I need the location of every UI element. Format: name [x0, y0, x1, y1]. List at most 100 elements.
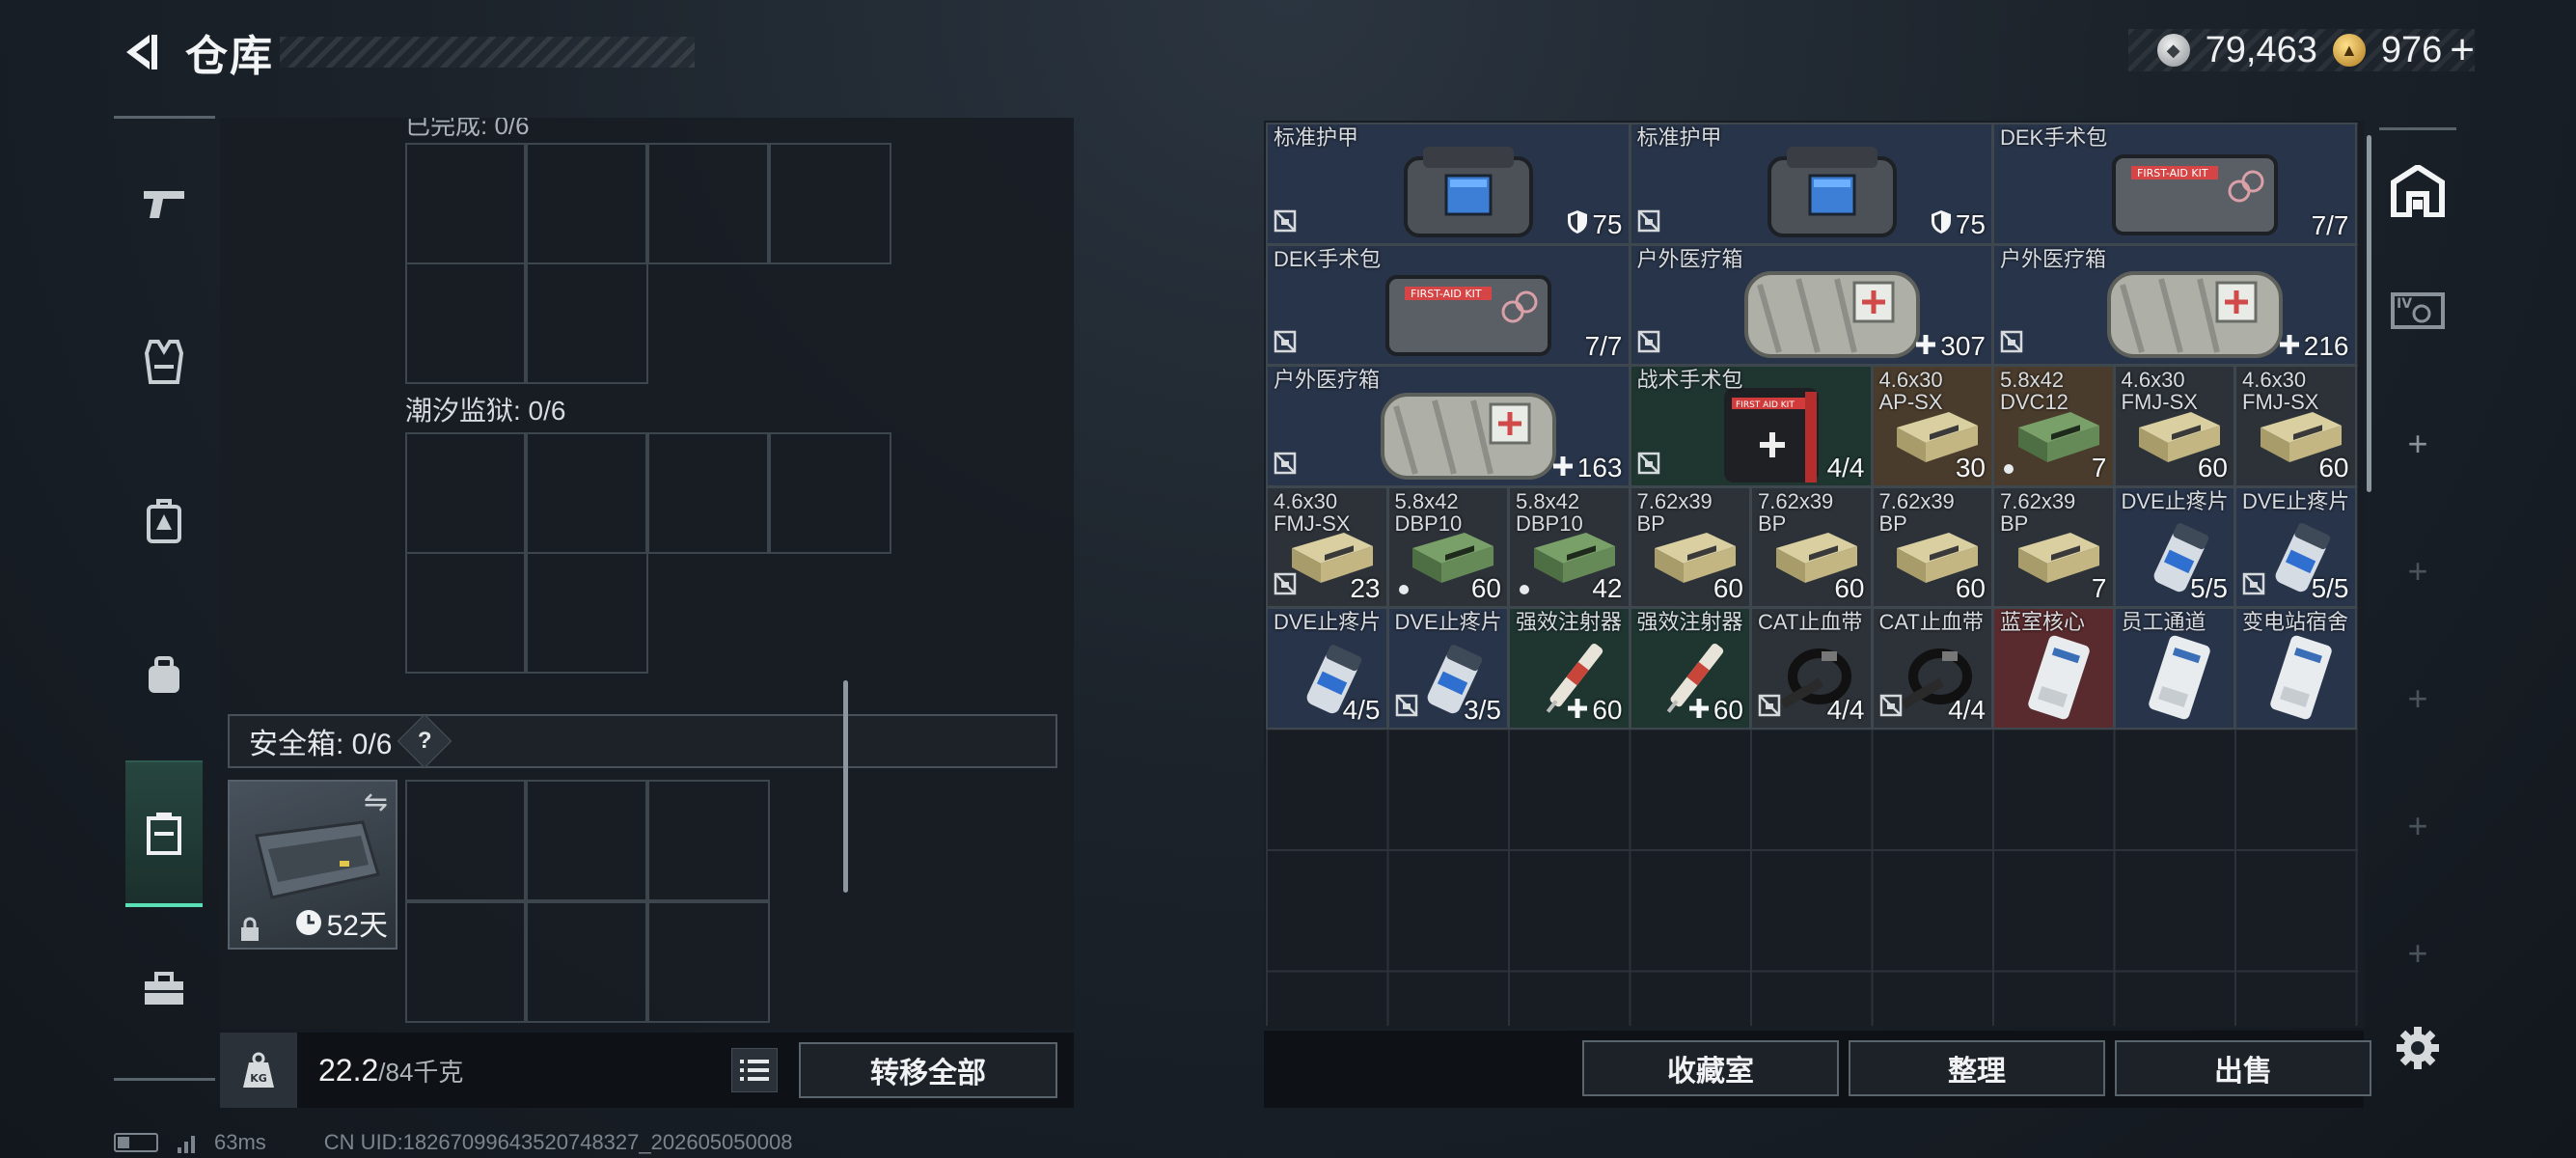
stash-item[interactable]: 5.8x42 DBP10 60: [1386, 485, 1509, 608]
battery-icon: [114, 1133, 158, 1152]
stash-item[interactable]: DVE止疼片 5/5: [2113, 485, 2235, 608]
list-view-button[interactable]: [731, 1048, 778, 1092]
sell-button[interactable]: 出售: [2115, 1040, 2371, 1096]
signal-icon: [178, 1132, 195, 1153]
item-name: 蓝室核心: [2000, 610, 2086, 634]
stash-iv-icon: IV: [2391, 292, 2445, 329]
stash-item[interactable]: 7.62x39 BP 60: [1871, 485, 1993, 608]
left-scrollbar[interactable]: [843, 680, 848, 893]
item-value: 23: [1350, 573, 1380, 604]
collection-room-button[interactable]: 收藏室: [1582, 1040, 1839, 1096]
stash-item[interactable]: 户外医疗箱 216: [1992, 243, 2357, 366]
safe-box-item[interactable]: ⇋ 52天: [228, 780, 397, 950]
stash-item[interactable]: 标准护甲 75: [1266, 123, 1631, 245]
stash-tab-add-1[interactable]: +: [2379, 396, 2456, 492]
item-image: [2020, 631, 2097, 728]
grid-line: [405, 899, 770, 903]
item-value-text: 75: [1592, 209, 1623, 239]
grid-line: [524, 432, 528, 674]
organize-button[interactable]: 整理: [1849, 1040, 2105, 1096]
stash-item[interactable]: DVE止疼片 3/5: [1386, 607, 1509, 730]
item-image: FIRST AID KIT: [1709, 382, 1834, 485]
item-value-text: 4/4: [1948, 694, 1986, 725]
uninsured-icon: [1274, 452, 1297, 480]
item-image: [1760, 145, 1905, 243]
item-value-text: 60: [1834, 573, 1865, 603]
stash-item[interactable]: 标准护甲 75: [1629, 123, 1993, 245]
stash-item[interactable]: 户外医疗箱 163: [1266, 365, 1631, 487]
stash-tab-main[interactable]: [2379, 143, 2456, 239]
stash-item[interactable]: 4.6x30 AP-SX 30: [1871, 365, 1993, 487]
stash-item[interactable]: 4.6x30 FMJ-SX 60: [2113, 365, 2235, 487]
back-button[interactable]: [116, 27, 164, 77]
stash-item[interactable]: 7.62x39 BP 60: [1750, 485, 1873, 608]
stash-item[interactable]: 7.62x39 BP 60: [1629, 485, 1751, 608]
stash-item[interactable]: DVE止疼片 4/5: [1266, 607, 1388, 730]
item-value-text: 60: [2197, 452, 2228, 482]
item-name: 5.8x42 DBP10: [1394, 488, 1463, 536]
stash-item[interactable]: 5.8x42 DVC12 7: [1992, 365, 2115, 487]
stash-item[interactable]: DVE止疼片 5/5: [2234, 485, 2357, 608]
left-footer: KG 22.2 /84千克 转移全部: [220, 1033, 1074, 1108]
stash-item[interactable]: FIRST-AID KIT DEK手术包 7/7: [1266, 243, 1631, 366]
stash-item[interactable]: FIRST-AID KIT DEK手术包 7/7: [1992, 123, 2357, 245]
safe-box-label: 安全箱: 0/6: [249, 729, 393, 760]
uninsured-icon: [2242, 572, 2265, 600]
safe-box-header: 安全箱: 0/6 ?: [228, 713, 1057, 769]
item-value-text: 60: [1470, 573, 1501, 603]
stash-item[interactable]: 强效注射器 60: [1508, 607, 1631, 730]
item-name: 强效注射器: [1636, 610, 1743, 634]
shield-icon: [1931, 209, 1952, 241]
swap-icon[interactable]: ⇋: [364, 786, 388, 819]
help-button[interactable]: ?: [397, 713, 452, 769]
stash-item[interactable]: FIRST AID KIT 战术手术包 4/4: [1629, 365, 1873, 487]
item-value-text: 163: [1576, 452, 1623, 482]
stash-item[interactable]: 4.6x30 FMJ-SX 23: [1266, 485, 1388, 608]
item-value: 60: [1834, 573, 1864, 604]
nav-toolbox[interactable]: [125, 941, 203, 1037]
stash-tab-iv[interactable]: IV: [2379, 261, 2456, 357]
stash-tab-add-2[interactable]: +: [2379, 523, 2456, 620]
stash-item[interactable]: 户外医疗箱 307: [1629, 243, 1993, 366]
item-value-text: 7: [2091, 452, 2107, 482]
nav-weapon[interactable]: [125, 154, 203, 251]
item-value: 3/5: [1464, 695, 1501, 726]
stash-home-icon: [2391, 165, 2445, 217]
item-value: 216: [2279, 331, 2349, 362]
item-value: 60: [1567, 695, 1623, 726]
stash-item[interactable]: 4.6x30 FMJ-SX 60: [2234, 365, 2357, 487]
nav-pouch[interactable]: [125, 627, 203, 724]
left-nav: [114, 116, 215, 1081]
stash-item[interactable]: 强效注射器 60: [1629, 607, 1751, 730]
stash-item[interactable]: 蓝室核心: [1992, 607, 2115, 730]
stash-item[interactable]: CAT止血带 4/4: [1750, 607, 1873, 730]
settings-button[interactable]: [2391, 1021, 2445, 1075]
stash-item[interactable]: 5.8x42 DBP10 42: [1508, 485, 1631, 608]
nav-vest[interactable]: [125, 314, 203, 410]
ping-value: 63ms: [214, 1130, 266, 1154]
transfer-all-button[interactable]: 转移全部: [799, 1042, 1057, 1098]
add-currency-button[interactable]: +: [2450, 29, 2475, 71]
weight-icon-box: KG: [220, 1033, 297, 1108]
weight-kg-icon: KG: [243, 1052, 274, 1088]
title-stripes: [280, 37, 695, 68]
uninsured-icon: [2000, 330, 2023, 358]
item-value-text: 60: [2318, 452, 2349, 482]
back-arrow-icon: [126, 35, 157, 69]
stash-scrollbar[interactable]: [2367, 135, 2371, 492]
nav-safe-box[interactable]: [125, 760, 203, 907]
stash-item[interactable]: 7.62x39 BP 7: [1992, 485, 2115, 608]
item-value-text: 60: [1713, 694, 1743, 725]
list-icon: [740, 1060, 769, 1081]
nav-backpack[interactable]: [125, 473, 203, 569]
item-name: 4.6x30 FMJ-SX: [1274, 488, 1351, 536]
grid-line: [645, 432, 649, 554]
stash-item[interactable]: 变电站宿舍: [2234, 607, 2357, 730]
uninsured-icon: [1637, 330, 1660, 358]
stash-tab-add-3[interactable]: +: [2379, 650, 2456, 747]
stash-tab-add-5[interactable]: +: [2379, 905, 2456, 1002]
stash-item[interactable]: 员工通道: [2113, 607, 2235, 730]
ammo-tier-dot: [1398, 585, 1409, 594]
stash-tab-add-4[interactable]: +: [2379, 778, 2456, 874]
stash-item[interactable]: CAT止血带 4/4: [1871, 607, 1993, 730]
